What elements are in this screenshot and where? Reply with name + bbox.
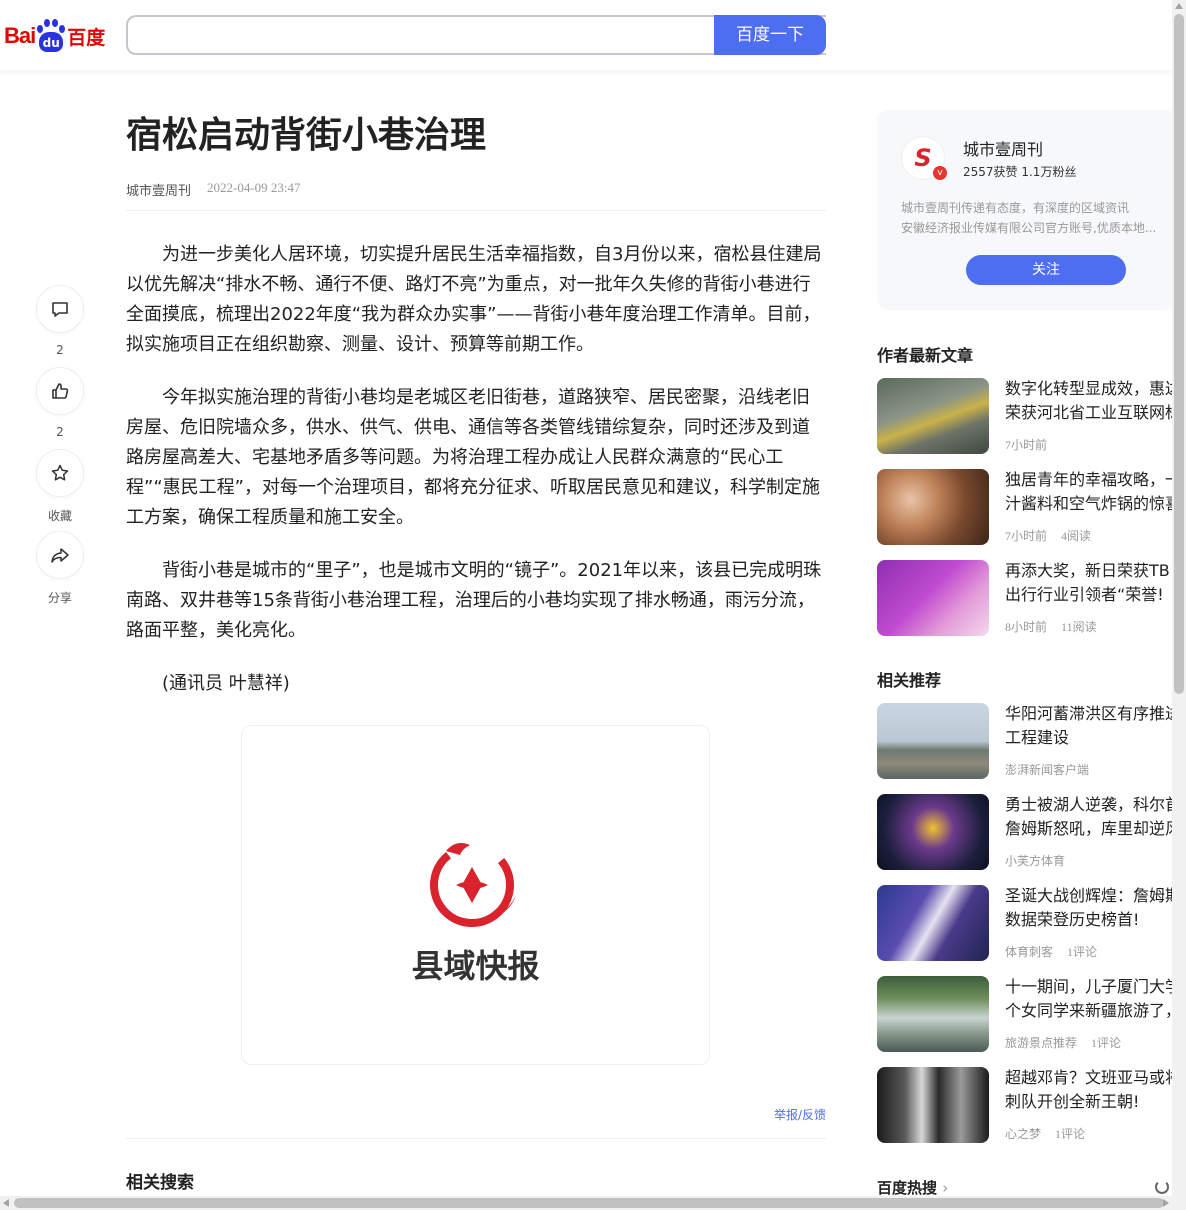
- item-meta: 澎湃新闻客户端: [1005, 763, 1090, 777]
- article-meta: 城市壹周刊 2022-04-09 23:47: [126, 180, 301, 199]
- scrollbar-thumb[interactable]: [14, 1198, 1164, 1208]
- thumbnail[interactable]: [877, 703, 989, 779]
- search-button[interactable]: 百度一下: [714, 15, 826, 55]
- list-item[interactable]: 数字化转型显成效，惠达 荣获河北省工业互联网标 7小时前: [877, 378, 1177, 454]
- collect-tool[interactable]: 收藏: [36, 449, 84, 524]
- thumbnail[interactable]: [877, 976, 989, 1052]
- list-item[interactable]: 华阳河蓄滞洪区有序推进 工程建设 澎湃新闻客户端: [877, 703, 1177, 779]
- latest-articles-title: 作者最新文章: [877, 346, 974, 365]
- top-header: Bai du 百度 百度一下: [0, 0, 1172, 70]
- paw-icon: du: [36, 19, 66, 53]
- report-feedback-link[interactable]: 举报/反馈: [774, 1106, 826, 1123]
- paragraph: 为进一步美化人居环境，切实提升居民生活幸福指数，自3月份以来，宿松县住建局以优先…: [126, 244, 822, 355]
- share-tool[interactable]: 分享: [36, 531, 84, 606]
- recommend-title: 相关推荐: [877, 671, 942, 690]
- item-title[interactable]: 华阳河蓄滞洪区有序推进 工程建设: [1005, 702, 1175, 750]
- item-title[interactable]: 独居青年的幸福攻略，一 汁酱料和空气炸锅的惊喜: [1005, 468, 1175, 516]
- star-icon: [51, 464, 69, 481]
- refresh-icon[interactable]: [1155, 1180, 1169, 1194]
- article-body: 为进一步美化人居环境，切实提升居民生活幸福指数，自3月份以来，宿松县住建局以优先…: [126, 240, 826, 722]
- thumbs-up-icon: [52, 383, 69, 399]
- thumbnail[interactable]: [877, 885, 989, 961]
- item-title[interactable]: 数字化转型显成效，惠达 荣获河北省工业互联网标: [1005, 377, 1175, 425]
- paragraph: 背街小巷是城市的“里子”，也是城市文明的“镜子”。2021年以来，该县已完成明珠…: [126, 560, 822, 641]
- scroll-right-icon[interactable]: [1163, 1199, 1169, 1207]
- like-count: 2: [56, 425, 64, 439]
- share-button[interactable]: [36, 531, 84, 579]
- comment-tool[interactable]: 2: [36, 285, 84, 357]
- paragraph: 今年拟实施治理的背街小巷均是老城区老旧街巷，道路狭窄、居民密聚，沿线老旧房屋、危…: [126, 387, 820, 528]
- thumbnail[interactable]: [877, 378, 989, 454]
- author-description: 城市壹周刊传递有态度，有深度的区域资讯 安徽经济报业传媒有限公司官方账号,优质本…: [901, 198, 1171, 238]
- baidu-logo[interactable]: Bai du 百度: [4, 16, 105, 56]
- follow-button[interactable]: 关注: [966, 255, 1126, 285]
- collect-button[interactable]: [36, 449, 84, 497]
- divider: [126, 210, 826, 211]
- article-source[interactable]: 城市壹周刊: [126, 180, 191, 199]
- author-desc-line: 安徽经济报业传媒有限公司官方账号,优质本地...: [901, 221, 1157, 235]
- list-item[interactable]: 超越邓肯？文班亚马或将 刺队开创全新王朝! 心之梦 1评论: [877, 1067, 1177, 1143]
- paragraph: (通讯员 叶慧祥): [162, 673, 290, 694]
- item-title[interactable]: 圣诞大战创辉煌：詹姆斯 数据荣登历史榜首!: [1005, 884, 1175, 932]
- thumbnail[interactable]: [877, 560, 989, 636]
- comment-count: 2: [56, 343, 64, 357]
- thumbnail[interactable]: [877, 1067, 989, 1143]
- horizontal-scrollbar[interactable]: [0, 1196, 1186, 1210]
- share-icon: [51, 548, 69, 563]
- like-tool[interactable]: 2: [36, 367, 84, 439]
- author-name[interactable]: 城市壹周刊: [963, 136, 1043, 160]
- list-item[interactable]: 圣诞大战创辉煌：詹姆斯 数据荣登历史榜首! 体育刺客 1评论: [877, 885, 1177, 961]
- logo-du-text: du: [39, 32, 64, 52]
- list-item[interactable]: 独居青年的幸福攻略，一 汁酱料和空气炸锅的惊喜 7小时前 4阅读: [877, 469, 1177, 545]
- item-meta: 小芙方体育: [1005, 854, 1066, 868]
- thumbnail[interactable]: [877, 469, 989, 545]
- item-title[interactable]: 勇士被湖人逆袭，科尔首 詹姆斯怒吼，库里却逆风: [1005, 793, 1175, 841]
- share-label: 分享: [47, 591, 72, 605]
- item-meta: 7小时前: [1005, 438, 1048, 452]
- thumbnail[interactable]: [877, 794, 989, 870]
- vertical-scrollbar[interactable]: [1172, 0, 1186, 1196]
- comment-button[interactable]: [36, 285, 84, 333]
- logo-bai-text: Bai: [4, 23, 36, 48]
- list-item[interactable]: 勇士被湖人逆袭，科尔首 詹姆斯怒吼，库里却逆风 小芙方体育: [877, 794, 1177, 870]
- chevron-right-icon: ›: [942, 1179, 949, 1197]
- item-meta: 7小时前 4阅读: [1005, 529, 1092, 543]
- collect-label: 收藏: [47, 509, 72, 523]
- scroll-left-icon[interactable]: [3, 1199, 9, 1207]
- article-image: 县域快报: [241, 725, 710, 1065]
- logo-baidu-cn-text: 百度: [67, 27, 106, 49]
- author-desc-line: 城市壹周刊传递有态度，有深度的区域资讯: [901, 201, 1130, 215]
- author-stats: 2557获赞 1.1万粉丝: [963, 165, 1077, 179]
- author-card: S v 城市壹周刊 2557获赞 1.1万粉丝 城市壹周刊传递有态度，有深度的区…: [877, 110, 1177, 310]
- scrollbar-thumb[interactable]: [1174, 14, 1184, 694]
- article-title: 宿松启动背街小巷治理: [126, 114, 487, 156]
- item-title[interactable]: 十一期间，儿子厦门大学 个女同学来新疆旅游了，: [1005, 975, 1175, 1023]
- item-meta: 旅游景点推荐 1评论: [1005, 1036, 1122, 1050]
- image-caption: 县域快报: [411, 947, 540, 985]
- xianyu-kuaibao-emblem: [430, 843, 516, 927]
- article-time: 2022-04-09 23:47: [207, 180, 301, 195]
- scroll-up-icon[interactable]: [1175, 3, 1183, 9]
- related-search-title: 相关搜索: [126, 1173, 194, 1193]
- hot-search-title[interactable]: 百度热搜 ›: [877, 1177, 948, 1198]
- list-item[interactable]: 十一期间，儿子厦门大学 个女同学来新疆旅游了， 旅游景点推荐 1评论: [877, 976, 1177, 1052]
- verified-badge-icon: v: [933, 166, 947, 180]
- list-item[interactable]: 再添大奖，新日荣获TB 出行行业引领者“荣誉! 8小时前 11阅读: [877, 560, 1177, 636]
- like-button[interactable]: [36, 367, 84, 415]
- divider: [126, 1138, 826, 1139]
- item-meta: 体育刺客 1评论: [1005, 945, 1098, 959]
- item-title[interactable]: 超越邓肯？文班亚马或将 刺队开创全新王朝!: [1005, 1066, 1175, 1114]
- item-meta: 8小时前 11阅读: [1005, 620, 1097, 634]
- comment-icon: [52, 302, 68, 317]
- item-meta: 心之梦 1评论: [1005, 1127, 1086, 1141]
- item-title[interactable]: 再添大奖，新日荣获TB 出行行业引领者“荣誉!: [1005, 559, 1175, 607]
